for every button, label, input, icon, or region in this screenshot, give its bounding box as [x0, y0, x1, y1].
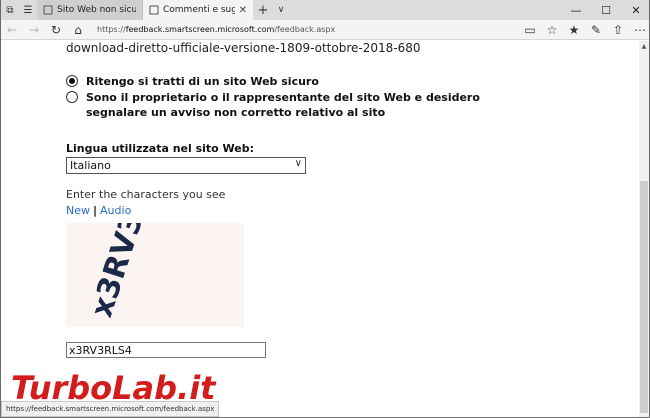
radio-option-safe[interactable]: Ritengo si tratti di un sito Web sicuro [66, 74, 319, 89]
home-icon[interactable]: ⌂ [67, 20, 89, 40]
tab-strip: ⧉ ☰ Sito Web non sicuro segnal Commenti … [1, 0, 649, 20]
tab-label: Sito Web non sicuro segnal [57, 5, 136, 15]
radio-button[interactable] [66, 91, 78, 103]
url-host: feedback.smartscreen.microsoft.com [125, 25, 275, 34]
radio-label-line2: segnalare un avviso non corretto relativ… [86, 106, 386, 119]
scroll-up-icon[interactable]: ▲ [639, 41, 649, 51]
captcha-new-link[interactable]: New [66, 204, 90, 217]
more-menu-icon[interactable]: ⋯ [629, 20, 649, 40]
reported-file-name: download-diretto-ufficiale-versione-1809… [66, 41, 421, 55]
tab-feedback[interactable]: Commenti e suggerime ✕ [143, 0, 253, 20]
radio-button[interactable] [66, 75, 78, 87]
language-select[interactable]: Italiano ∨ [66, 157, 306, 174]
chevron-down-icon[interactable]: ∨ [273, 0, 289, 20]
close-tab-icon[interactable]: ✕ [239, 5, 247, 16]
forward-arrow-icon[interactable]: → [23, 20, 45, 40]
captcha-audio-link[interactable]: Audio [100, 204, 131, 217]
page-icon [43, 5, 53, 15]
reading-view-icon[interactable]: ▭ [519, 20, 541, 40]
navigation-bar: ← → ↻ ⌂ https://feedback.smartscreen.mic… [1, 20, 649, 40]
browser-window: ⧉ ☰ Sito Web non sicuro segnal Commenti … [0, 0, 650, 418]
tab-label: Commenti e suggerime [163, 5, 235, 15]
vertical-scrollbar[interactable]: ▲ [639, 41, 649, 417]
scrollbar-thumb[interactable] [640, 181, 648, 413]
tab-preview-icon[interactable]: ☰ [19, 0, 37, 20]
language-label: Lingua utilizzata nel sito Web: [66, 142, 255, 155]
page-icon [149, 5, 159, 15]
language-selected-value: Italiano [70, 159, 111, 172]
radio-option-owner[interactable]: Sono il proprietario o il rappresentante… [66, 90, 480, 120]
url-path: /feedback.aspx [274, 25, 336, 34]
captcha-separator: | [93, 204, 98, 217]
window-controls: — ☐ ✕ [561, 0, 649, 20]
status-bar: https://feedback.smartscreen.microsoft.c… [1, 401, 220, 417]
tab-manager-icon[interactable]: ⧉ [1, 0, 19, 20]
captcha-image: x3RV3RLS4 [66, 223, 244, 327]
favorite-star-icon[interactable]: ☆ [541, 20, 563, 40]
share-icon[interactable]: ⇧ [607, 20, 629, 40]
chevron-down-icon: ∨ [294, 158, 302, 169]
new-tab-icon[interactable]: + [253, 0, 273, 20]
radio-label: Ritengo si tratti di un sito Web sicuro [86, 75, 319, 88]
close-window-icon[interactable]: ✕ [621, 0, 649, 20]
minimize-icon[interactable]: — [561, 0, 591, 20]
page-content: download-diretto-ufficiale-versione-1809… [1, 41, 640, 417]
back-arrow-icon[interactable]: ← [1, 20, 23, 40]
notes-pen-icon[interactable]: ✎ [585, 20, 607, 40]
radio-label-block: Sono il proprietario o il rappresentante… [86, 90, 480, 120]
url-scheme: https:// [97, 25, 126, 34]
radio-label-line1: Sono il proprietario o il rappresentante… [86, 91, 480, 104]
captcha-links: New | Audio [66, 204, 131, 217]
favorites-hub-icon[interactable]: ★ [563, 20, 585, 40]
captcha-input[interactable]: x3RV3RLS4 [66, 342, 266, 358]
captcha-prompt: Enter the characters you see [66, 188, 226, 201]
refresh-icon[interactable]: ↻ [45, 20, 67, 40]
address-bar[interactable]: https://feedback.smartscreen.microsoft.c… [89, 22, 519, 38]
tab-unsafe-site[interactable]: Sito Web non sicuro segnal [37, 0, 143, 20]
maximize-icon[interactable]: ☐ [591, 0, 621, 20]
